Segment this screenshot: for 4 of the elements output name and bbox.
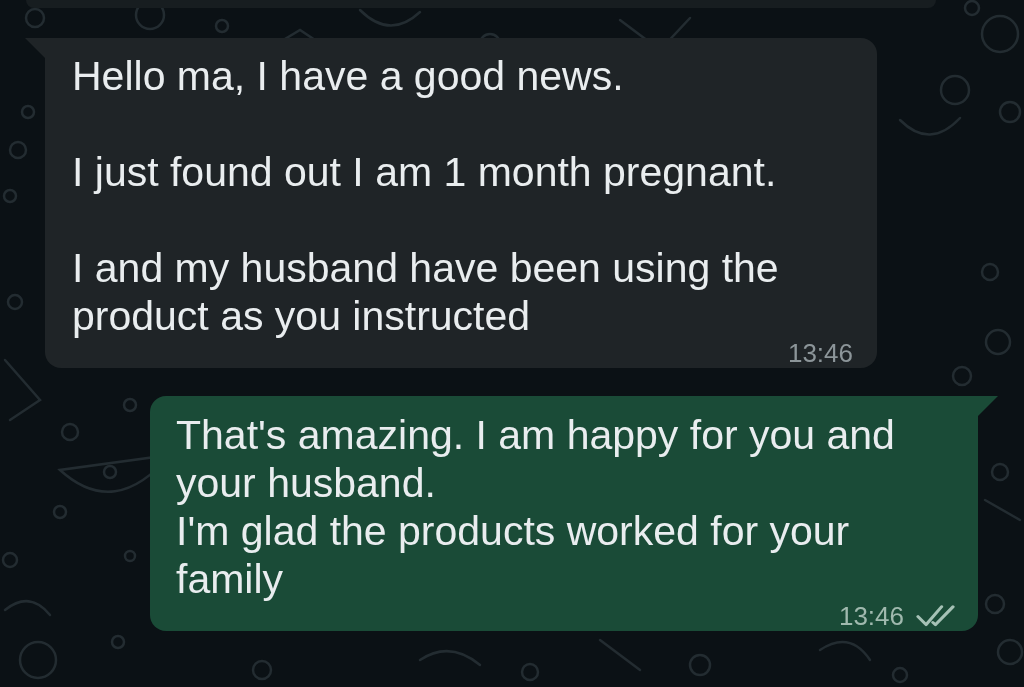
message-time: 13:46	[787, 340, 853, 366]
message-time: 13:46	[838, 603, 904, 629]
message-text: Hello ma, I have a good news. I just found out I am 1 month pregnant. I and my husband have been using the product as you instructed	[72, 52, 780, 340]
message-text: That's amazing. I am happy for you and your husband. I'm glad the products worked for your family	[176, 411, 896, 603]
